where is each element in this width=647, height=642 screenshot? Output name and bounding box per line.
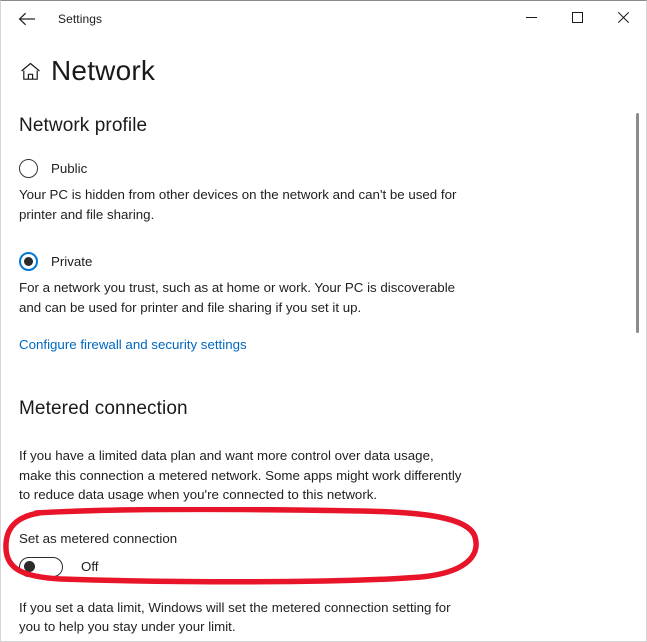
radio-public-label: Public	[51, 161, 88, 176]
public-description: Your PC is hidden from other devices on …	[19, 187, 457, 222]
metered-toggle-caption: Set as metered connection	[19, 530, 178, 546]
configure-firewall-link[interactable]: Configure firewall and security settings	[19, 337, 247, 352]
metered-connection-heading: Metered connection	[19, 398, 188, 419]
vertical-scrollbar[interactable]	[633, 103, 643, 641]
window-controls	[508, 1, 646, 33]
radio-public-indicator[interactable]	[19, 159, 38, 178]
app-title: Settings	[58, 12, 103, 26]
back-button[interactable]	[5, 3, 49, 35]
radio-option-private[interactable]: Private	[19, 252, 628, 271]
radio-option-public[interactable]: Public	[19, 159, 628, 178]
title-bar: Settings	[1, 1, 646, 37]
scrollbar-thumb[interactable]	[636, 113, 639, 333]
radio-private-indicator[interactable]	[19, 252, 38, 271]
maximize-button[interactable]	[554, 1, 600, 33]
toggle-knob	[24, 561, 35, 572]
metered-connection-footnote: If you set a data limit, Windows will se…	[19, 599, 451, 635]
network-profile-heading: Network profile	[19, 115, 148, 136]
settings-content: Network profile Public Your PC is hidden…	[1, 115, 646, 637]
close-button[interactable]	[600, 1, 646, 33]
minimize-button[interactable]	[508, 1, 554, 33]
metered-connection-description: If you have a limited data plan and want…	[19, 448, 462, 502]
private-description: For a network you trust, such as at home…	[19, 280, 456, 315]
metered-connection-toggle[interactable]	[19, 556, 63, 577]
page-header: Network	[1, 57, 646, 85]
radio-private-label: Private	[51, 254, 93, 269]
metered-toggle-row: Off	[19, 556, 628, 577]
home-icon[interactable]	[19, 60, 41, 82]
metered-toggle-state: Off	[81, 559, 99, 574]
metered-connection-section: Metered connection If you have a limited…	[19, 398, 628, 637]
page-title: Network	[51, 55, 156, 86]
metered-toggle-group: Set as metered connection Off	[19, 531, 628, 577]
settings-window: Settings Network Network profile Public …	[0, 0, 647, 642]
